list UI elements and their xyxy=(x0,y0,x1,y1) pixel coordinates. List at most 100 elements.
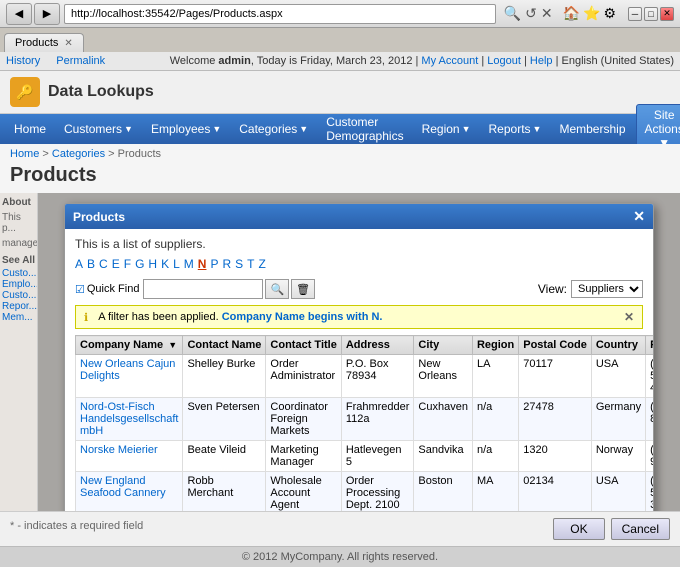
alpha-l[interactable]: L xyxy=(173,257,180,271)
company-link-2[interactable]: Nord-Ost-Fisch Handelsgesellschaft mbH xyxy=(80,401,178,437)
sidebar-link-employees[interactable]: Emplo... xyxy=(2,279,35,290)
bottom-bar: * - indicates a required field OK Cancel xyxy=(0,511,680,546)
modal-close-button[interactable]: ✕ xyxy=(633,208,645,225)
close-button[interactable]: ✕ xyxy=(660,7,674,21)
modal-titlebar: Products ✕ xyxy=(65,204,653,229)
suppliers-table: Company Name ▼ Contact Name Contact Titl… xyxy=(75,335,654,511)
col-contact-name[interactable]: Contact Name xyxy=(183,336,266,355)
city-3: Sandvika xyxy=(414,441,473,472)
nav-home[interactable]: Home xyxy=(6,118,54,140)
clear-filter-button[interactable]: 🗑 xyxy=(291,279,315,299)
nav-customer-demographics[interactable]: Customer Demographics xyxy=(318,111,411,147)
help-link[interactable]: Help xyxy=(530,55,553,67)
info-icon: ℹ xyxy=(84,311,88,324)
col-country[interactable]: Country xyxy=(591,336,645,355)
table-row: Norske Meierier Beate Vileid Marketing M… xyxy=(76,441,655,472)
phone-4: (617) 555-3267 xyxy=(646,472,654,512)
nav-categories[interactable]: Categories ▼ xyxy=(231,118,316,140)
modal-overlay: Products ✕ This is a list of suppliers. … xyxy=(38,193,680,511)
view-label: View: xyxy=(538,282,567,296)
sidebar-link-customers2[interactable]: Custo... xyxy=(2,290,35,301)
star-icon[interactable]: ⭐ xyxy=(583,5,600,22)
nav-employees[interactable]: Employees ▼ xyxy=(143,118,229,140)
forward-button[interactable]: ▶ xyxy=(34,3,60,25)
alpha-n[interactable]: N xyxy=(198,257,207,271)
refresh-icon[interactable]: ↺ xyxy=(525,5,537,22)
alpha-b[interactable]: B xyxy=(87,257,95,271)
alpha-s[interactable]: S xyxy=(235,257,243,271)
col-postal-code[interactable]: Postal Code xyxy=(519,336,592,355)
back-button[interactable]: ◀ xyxy=(6,3,32,25)
copyright-text: © 2012 MyCompany. All rights reserved. xyxy=(242,551,438,563)
tab-products[interactable]: Products ✕ xyxy=(4,33,84,52)
city-4: Boston xyxy=(414,472,473,512)
main-content: Products ✕ This is a list of suppliers. … xyxy=(38,193,680,511)
col-address[interactable]: Address xyxy=(341,336,414,355)
quick-find-input[interactable] xyxy=(143,279,263,299)
country-3: Norway xyxy=(591,441,645,472)
nav-region[interactable]: Region ▼ xyxy=(414,118,479,140)
alpha-m[interactable]: M xyxy=(184,257,194,271)
my-account-link[interactable]: My Account xyxy=(421,55,478,67)
nav-reports[interactable]: Reports ▼ xyxy=(481,118,550,140)
country-1: USA xyxy=(591,355,645,398)
col-phone[interactable]: Phone xyxy=(646,336,654,355)
company-link-3[interactable]: Norske Meierier xyxy=(80,444,158,456)
tab-close-icon[interactable]: ✕ xyxy=(64,38,72,49)
maximize-button[interactable]: □ xyxy=(644,7,658,21)
col-company-name[interactable]: Company Name ▼ xyxy=(76,336,183,355)
logout-link[interactable]: Logout xyxy=(487,55,521,67)
browser-nav-btns: ◀ ▶ xyxy=(6,3,60,25)
breadcrumb-categories[interactable]: Categories xyxy=(52,148,105,160)
breadcrumb-home[interactable]: Home xyxy=(10,148,39,160)
postal-2: 27478 xyxy=(519,398,592,441)
alpha-h[interactable]: H xyxy=(148,257,157,271)
alpha-r[interactable]: R xyxy=(222,257,231,271)
sidebar-link-membership[interactable]: Mem... xyxy=(2,312,35,323)
col-city[interactable]: City xyxy=(414,336,473,355)
search-icon[interactable]: 🔍 xyxy=(504,5,521,22)
modal-title: Products xyxy=(73,210,125,224)
postal-4: 02134 xyxy=(519,472,592,512)
minimize-button[interactable]: ─ xyxy=(628,7,642,21)
sidebar-link-customers[interactable]: Custo... xyxy=(2,268,35,279)
search-button[interactable]: 🔍 xyxy=(265,279,289,299)
home-icon[interactable]: 🏠 xyxy=(563,5,580,22)
stop-icon[interactable]: ✕ xyxy=(541,5,553,22)
filter-text: A filter has been applied. Company Name … xyxy=(98,311,618,323)
page-footer: © 2012 MyCompany. All rights reserved. xyxy=(0,546,680,567)
col-contact-title[interactable]: Contact Title xyxy=(266,336,341,355)
nav-customers[interactable]: Customers ▼ xyxy=(56,118,141,140)
contact-name-3: Beate Vileid xyxy=(183,441,266,472)
postal-3: 1320 xyxy=(519,441,592,472)
region-2: n/a xyxy=(472,398,518,441)
cancel-button[interactable]: Cancel xyxy=(611,518,670,540)
site-nav: Home Customers ▼ Employees ▼ Categories … xyxy=(0,114,680,144)
breadcrumb: Home > Categories > Products xyxy=(0,144,680,162)
filter-notice: ℹ A filter has been applied. Company Nam… xyxy=(75,305,643,329)
alpha-z[interactable]: Z xyxy=(259,257,266,271)
filter-close-button[interactable]: ✕ xyxy=(624,310,634,324)
alpha-f[interactable]: F xyxy=(124,257,131,271)
address-bar[interactable] xyxy=(64,4,496,24)
col-region[interactable]: Region xyxy=(472,336,518,355)
alpha-g[interactable]: G xyxy=(135,257,144,271)
company-link-4[interactable]: New England Seafood Cannery xyxy=(80,475,166,499)
alpha-c[interactable]: C xyxy=(99,257,108,271)
browser-titlebar: ◀ ▶ 🔍 ↺ ✕ 🏠 ⭐ ⚙ ─ □ ✕ xyxy=(0,0,680,28)
alpha-e[interactable]: E xyxy=(112,257,120,271)
history-link[interactable]: History xyxy=(6,55,40,67)
view-select[interactable]: Suppliers xyxy=(571,280,643,298)
company-link-1[interactable]: New Orleans Cajun Delights xyxy=(80,358,175,382)
permalink-link[interactable]: Permalink xyxy=(56,55,105,67)
sidebar-link-reports[interactable]: Repor... xyxy=(2,301,35,312)
alpha-p[interactable]: P xyxy=(210,257,218,271)
alpha-k[interactable]: K xyxy=(161,257,169,271)
browser-nav-bar: History Permalink Welcome admin, Today i… xyxy=(0,52,680,71)
gear-icon[interactable]: ⚙ xyxy=(603,5,616,22)
region-3: n/a xyxy=(472,441,518,472)
ok-button[interactable]: OK xyxy=(553,518,604,540)
nav-membership[interactable]: Membership xyxy=(551,118,633,140)
alpha-t[interactable]: T xyxy=(247,257,254,271)
alpha-a[interactable]: A xyxy=(75,257,83,271)
